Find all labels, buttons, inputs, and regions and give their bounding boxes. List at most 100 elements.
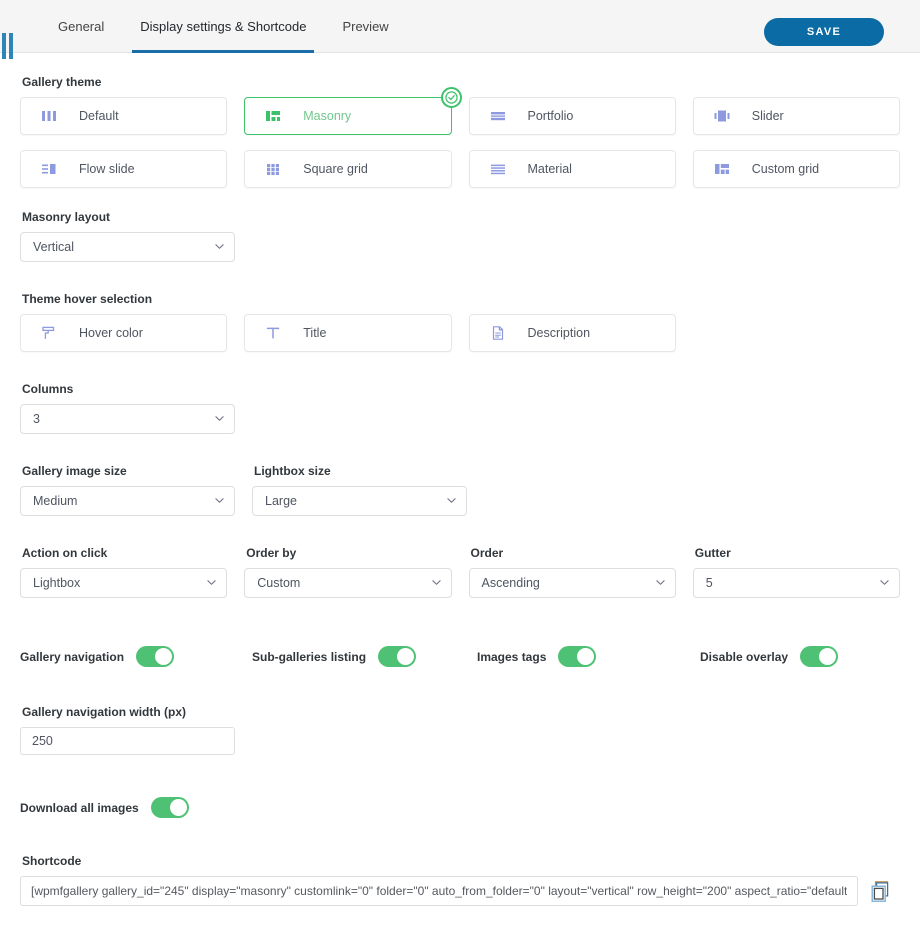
theme-card-masonry[interactable]: Masonry: [244, 97, 451, 135]
masonry-layout-value: Vertical: [33, 240, 74, 254]
toggle-gallery-navigation-switch[interactable]: [136, 646, 174, 667]
theme-card-slider[interactable]: Slider: [693, 97, 900, 135]
gallery-navigation-width-input[interactable]: [20, 727, 235, 755]
slider-icon: [714, 108, 730, 124]
lightbox-size-label: Lightbox size: [254, 464, 467, 478]
theme-card-square-grid[interactable]: Square grid: [244, 150, 451, 188]
toggle-download-all-images-switch[interactable]: [151, 797, 189, 818]
theme-card-flow-slide[interactable]: Flow slide: [20, 150, 227, 188]
hover-card-description[interactable]: Description: [469, 314, 676, 352]
gallery-navigation-width-label: Gallery navigation width (px): [22, 705, 900, 719]
shortcode-label: Shortcode: [22, 854, 900, 868]
action-on-click-select[interactable]: Lightbox: [20, 568, 227, 598]
lightbox-size-group: Lightbox size Large: [252, 464, 467, 516]
save-button[interactable]: SAVE: [764, 18, 884, 46]
download-all-images-section: Download all images: [20, 797, 900, 818]
hover-card-title-label: Title: [303, 326, 326, 340]
toggle-sub-galleries-listing: Sub-galleries listing: [252, 646, 477, 667]
toggle-gallery-navigation: Gallery navigation: [20, 646, 252, 667]
toggle-disable-overlay-label: Disable overlay: [700, 650, 788, 664]
masonry-layout-select[interactable]: Vertical: [20, 232, 235, 262]
toggle-disable-overlay-switch[interactable]: [800, 646, 838, 667]
rail-bar-2: [9, 33, 13, 59]
theme-card-portfolio[interactable]: Portfolio: [469, 97, 676, 135]
chevron-down-icon: [207, 578, 216, 587]
order-by-label: Order by: [246, 546, 451, 560]
gallery-image-size-value: Medium: [33, 494, 77, 508]
theme-card-masonry-label: Masonry: [303, 109, 351, 123]
tab-general[interactable]: General: [40, 0, 122, 53]
toggle-sub-galleries-listing-switch[interactable]: [378, 646, 416, 667]
tab-preview[interactable]: Preview: [324, 0, 406, 53]
toggle-images-tags-label: Images tags: [477, 650, 546, 664]
theme-card-portfolio-label: Portfolio: [528, 109, 574, 123]
hover-card-hover-color[interactable]: Hover color: [20, 314, 227, 352]
theme-hover-grid: Hover color Title Description: [20, 314, 900, 352]
order-label: Order: [471, 546, 676, 560]
toggle-download-all-images: Download all images: [20, 797, 900, 818]
chevron-down-icon: [432, 578, 441, 587]
tab-bar: General Display settings & Shortcode Pre…: [40, 0, 407, 53]
hover-card-title[interactable]: Title: [244, 314, 451, 352]
theme-card-flow-slide-label: Flow slide: [79, 162, 135, 176]
gallery-image-size-label: Gallery image size: [22, 464, 235, 478]
theme-card-material[interactable]: Material: [469, 150, 676, 188]
columns-section: Columns 3: [20, 382, 900, 434]
toggle-knob: [577, 648, 594, 665]
shortcode-row: [20, 876, 900, 906]
text-t-icon: [265, 325, 281, 341]
square-grid-icon: [265, 161, 281, 177]
copy-icon[interactable]: [870, 880, 890, 902]
left-edge-rails: [0, 33, 14, 59]
masonry-grid-icon: [265, 108, 281, 124]
theme-card-custom-grid[interactable]: Custom grid: [693, 150, 900, 188]
gallery-image-size-select[interactable]: Medium: [20, 486, 235, 516]
theme-card-material-label: Material: [528, 162, 572, 176]
toggle-knob: [170, 799, 187, 816]
hover-card-hover-color-label: Hover color: [79, 326, 143, 340]
columns-select[interactable]: 3: [20, 404, 235, 434]
gutter-label: Gutter: [695, 546, 900, 560]
gallery-theme-section: Gallery theme Default Masonry: [20, 75, 900, 188]
theme-card-slider-label: Slider: [752, 109, 784, 123]
lightbox-size-select[interactable]: Large: [252, 486, 467, 516]
order-by-value: Custom: [257, 576, 300, 590]
order-group: Order Ascending: [469, 546, 676, 598]
toggle-knob: [397, 648, 414, 665]
document-icon: [490, 325, 506, 341]
toggle-images-tags-switch[interactable]: [558, 646, 596, 667]
toggle-images-tags: Images tags: [477, 646, 700, 667]
ordering-section: Action on click Lightbox Order by Custom: [20, 546, 900, 598]
lightbox-size-value: Large: [265, 494, 297, 508]
chevron-down-icon: [215, 496, 224, 505]
order-value: Ascending: [482, 576, 540, 590]
image-sizes-row: Gallery image size Medium Lightbox size …: [20, 464, 900, 516]
theme-hover-selection-label: Theme hover selection: [22, 292, 900, 306]
paint-roller-icon: [41, 325, 57, 341]
shortcode-input[interactable]: [20, 876, 858, 906]
rail-bar-1: [2, 33, 6, 59]
gallery-image-size-group: Gallery image size Medium: [20, 464, 235, 516]
chevron-down-icon: [447, 496, 456, 505]
theme-card-default[interactable]: Default: [20, 97, 227, 135]
gallery-theme-label: Gallery theme: [22, 75, 900, 89]
settings-panel: Gallery theme Default Masonry: [0, 75, 920, 906]
chevron-down-icon: [215, 414, 224, 423]
action-on-click-label: Action on click: [22, 546, 227, 560]
order-select[interactable]: Ascending: [469, 568, 676, 598]
columns-icon: [41, 108, 57, 124]
toggle-download-all-images-label: Download all images: [20, 801, 139, 815]
feature-toggles-row: Gallery navigation Sub-galleries listing…: [20, 646, 900, 667]
toggle-disable-overlay: Disable overlay: [700, 646, 838, 667]
toggle-knob: [155, 648, 172, 665]
order-by-select[interactable]: Custom: [244, 568, 451, 598]
chevron-down-icon: [656, 578, 665, 587]
tab-display-settings-shortcode[interactable]: Display settings & Shortcode: [122, 0, 324, 53]
masonry-layout-label: Masonry layout: [22, 210, 900, 224]
action-on-click-group: Action on click Lightbox: [20, 546, 227, 598]
gallery-navigation-width-section: Gallery navigation width (px): [20, 705, 900, 755]
custom-grid-icon: [714, 161, 730, 177]
gutter-select[interactable]: 5: [693, 568, 900, 598]
tab-preview-label: Preview: [342, 19, 388, 34]
theme-card-square-grid-label: Square grid: [303, 162, 368, 176]
